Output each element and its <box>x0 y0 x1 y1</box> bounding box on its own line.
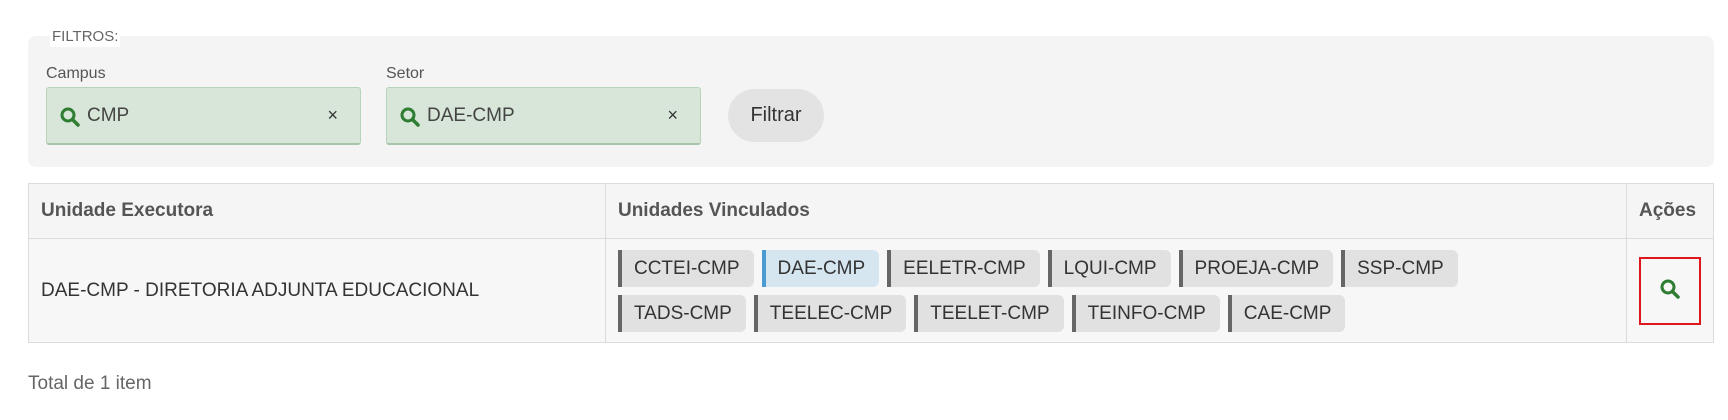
tag: PROEJA-CMP <box>1178 249 1334 287</box>
tag: CAE-CMP <box>1227 294 1346 332</box>
tag: TEINFO-CMP <box>1071 294 1220 332</box>
total-count: Total de 1 item <box>28 373 152 394</box>
header-acoes: Ações <box>1625 183 1715 239</box>
setor-select[interactable]: DAE-CMP × <box>386 87 701 145</box>
setor-clear-button[interactable]: × <box>667 105 678 126</box>
header-unidades-vinculados: Unidades Vinculados <box>604 183 1627 239</box>
results-table: Unidade Executora Unidades Vinculados Aç… <box>28 183 1715 343</box>
tag: TADS-CMP <box>617 294 746 332</box>
tag: SSP-CMP <box>1341 249 1458 287</box>
unidades-vinculados-cell: CCTEI-CMP DAE-CMP EELETR-CMP LQUI-CMP PR… <box>604 238 1627 343</box>
campus-clear-button[interactable]: × <box>327 105 338 126</box>
search-icon <box>1659 278 1681 303</box>
header-unidade-executora: Unidade Executora <box>28 183 606 239</box>
view-button[interactable] <box>1638 256 1701 325</box>
table-header-row: Unidade Executora Unidades Vinculados Aç… <box>28 183 1715 239</box>
campus-value: CMP <box>87 105 130 126</box>
tag: CCTEI-CMP <box>617 249 754 287</box>
campus-select[interactable]: CMP × <box>46 87 361 145</box>
tag: EELETR-CMP <box>887 249 1040 287</box>
search-icon <box>399 106 421 128</box>
table-row: DAE-CMP - DIRETORIA ADJUNTA EDUCACIONAL … <box>28 238 1715 343</box>
actions-cell <box>1625 238 1715 343</box>
unidade-executora-cell: DAE-CMP - DIRETORIA ADJUNTA EDUCACIONAL <box>28 238 606 343</box>
tag-active: DAE-CMP <box>761 249 880 287</box>
filters-panel: FILTROS: Campus CMP × Setor DAE-CMP × Fi… <box>28 27 1714 167</box>
campus-label: Campus <box>46 65 106 82</box>
setor-label: Setor <box>386 65 425 82</box>
filter-button[interactable]: Filtrar <box>728 89 824 142</box>
search-icon <box>59 106 81 128</box>
setor-value: DAE-CMP <box>427 105 515 126</box>
tag: TEELET-CMP <box>914 294 1064 332</box>
tag: TEELEC-CMP <box>753 294 907 332</box>
filters-title: FILTROS: <box>50 27 121 47</box>
tag: LQUI-CMP <box>1047 249 1171 287</box>
tag-list: CCTEI-CMP DAE-CMP EELETR-CMP LQUI-CMP PR… <box>617 249 1614 332</box>
